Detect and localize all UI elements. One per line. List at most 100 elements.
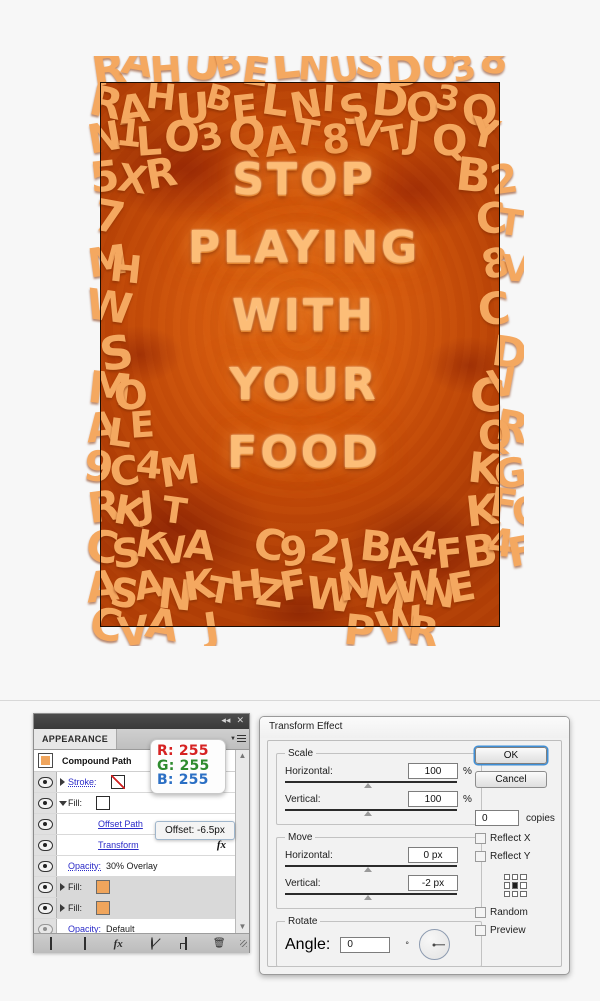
rotate-angle-dial[interactable] bbox=[418, 929, 450, 960]
scale-horizontal-slider[interactable] bbox=[285, 780, 473, 789]
appearance-scrollbar[interactable]: ▲ ▼ bbox=[235, 750, 249, 933]
rotate-angle-unit: ° bbox=[405, 939, 409, 950]
disclosure-triangle-icon[interactable] bbox=[57, 800, 68, 806]
appearance-panel-titlebar: ◂◂ ✕ bbox=[34, 714, 249, 729]
random-checkbox[interactable] bbox=[475, 907, 486, 918]
reflect-x-row[interactable]: Reflect X bbox=[475, 833, 555, 844]
swatch-fill-3[interactable] bbox=[96, 901, 110, 915]
preview-label: Preview bbox=[490, 925, 526, 936]
reflect-x-label: Reflect X bbox=[490, 833, 531, 844]
double-chevron-left-icon[interactable]: ◂◂ bbox=[221, 717, 230, 726]
chevron-right-icon bbox=[60, 883, 65, 891]
close-icon[interactable]: ✕ bbox=[236, 717, 244, 726]
move-vertical-input[interactable]: -2 px bbox=[408, 875, 458, 891]
open-square-icon bbox=[83, 937, 86, 950]
eye-icon bbox=[37, 902, 53, 914]
appearance-row-fill[interactable]: Fill: bbox=[34, 793, 236, 814]
fx-icon: fx bbox=[113, 937, 123, 950]
appearance-target-label: Compound Path bbox=[62, 755, 132, 766]
eye-icon bbox=[37, 881, 53, 893]
appearance-row-opacity-default[interactable]: Opacity: Default bbox=[34, 919, 236, 933]
swatch-fill-2[interactable] bbox=[96, 880, 110, 894]
ref-point-bc[interactable] bbox=[511, 890, 519, 897]
reflect-x-checkbox[interactable] bbox=[475, 833, 486, 844]
move-vertical-slider[interactable] bbox=[285, 892, 473, 901]
scale-group: Scale Horizontal: 100 % Vertical: 100 % bbox=[276, 748, 482, 825]
scale-vertical-slider[interactable] bbox=[285, 808, 473, 817]
panel-menu-icon[interactable]: ▼ bbox=[230, 733, 246, 744]
ref-point-tl[interactable] bbox=[503, 874, 510, 881]
poster-swirl-texture bbox=[100, 82, 500, 627]
panel-resize-handle[interactable] bbox=[236, 940, 249, 947]
dialog-title: Transform Effect bbox=[260, 717, 569, 738]
appearance-row-label-offset-path[interactable]: Offset Path bbox=[98, 819, 143, 829]
visibility-toggle-opacity-default[interactable] bbox=[34, 919, 57, 933]
preview-checkbox[interactable] bbox=[475, 925, 486, 936]
visibility-toggle-stroke[interactable] bbox=[34, 772, 57, 792]
reference-point-grid-icon[interactable] bbox=[503, 874, 527, 897]
swatch-fill[interactable] bbox=[96, 796, 110, 810]
scale-vertical-slider-thumb[interactable] bbox=[363, 811, 372, 816]
appearance-row-label-fill-3: Fill: bbox=[68, 903, 82, 913]
reflect-y-row[interactable]: Reflect Y bbox=[475, 851, 555, 862]
move-horizontal-slider-thumb[interactable] bbox=[363, 867, 372, 872]
ref-point-tc[interactable] bbox=[511, 874, 519, 881]
appearance-row-label-stroke[interactable]: Stroke: bbox=[68, 777, 97, 787]
add-new-fill-button[interactable] bbox=[68, 937, 102, 950]
scale-horizontal-slider-thumb[interactable] bbox=[363, 783, 372, 788]
chevron-down-icon bbox=[58, 800, 67, 806]
chevron-right-icon bbox=[60, 778, 65, 786]
visibility-toggle-fill-3[interactable] bbox=[34, 898, 57, 918]
ref-point-tr[interactable] bbox=[520, 874, 527, 881]
scale-vertical-input[interactable]: 100 bbox=[408, 791, 458, 807]
appearance-row-label-opacity-default[interactable]: Opacity: bbox=[68, 924, 101, 933]
add-new-effect-button[interactable]: fx bbox=[101, 938, 135, 950]
scale-vertical-row: Vertical: 100 % bbox=[285, 791, 473, 807]
cancel-button[interactable]: Cancel bbox=[475, 771, 547, 788]
appearance-row-label-opacity-overlay[interactable]: Opacity: bbox=[68, 861, 101, 871]
delete-item-button[interactable]: 🗑 bbox=[202, 938, 236, 949]
move-horizontal-input[interactable]: 0 px bbox=[408, 847, 458, 863]
ref-point-center[interactable] bbox=[511, 882, 519, 889]
clear-appearance-button[interactable] bbox=[135, 937, 169, 950]
ref-point-br[interactable] bbox=[520, 890, 527, 897]
preview-row[interactable]: Preview bbox=[475, 925, 555, 936]
visibility-toggle-transform[interactable] bbox=[34, 835, 57, 855]
eye-icon bbox=[37, 839, 53, 851]
scroll-down-arrow-icon[interactable]: ▼ bbox=[239, 921, 247, 933]
copies-input[interactable]: 0 bbox=[475, 810, 519, 826]
random-row[interactable]: Random bbox=[475, 907, 555, 918]
visibility-toggle-opacity-overlay[interactable] bbox=[34, 856, 57, 876]
visibility-toggle-offset-path[interactable] bbox=[34, 814, 57, 834]
visibility-toggle-fill-2[interactable] bbox=[34, 877, 57, 897]
visibility-toggle-fill[interactable] bbox=[34, 793, 57, 813]
tab-appearance[interactable]: APPEARANCE bbox=[34, 729, 118, 749]
appearance-row-label-transform[interactable]: Transform bbox=[98, 840, 139, 850]
appearance-row-fill-3[interactable]: Fill: bbox=[34, 898, 236, 919]
appearance-row-opacity-overlay[interactable]: Opacity: 30% Overlay bbox=[34, 856, 236, 877]
move-horizontal-slider[interactable] bbox=[285, 864, 473, 873]
artwork-canvas: RAHUBELNUSDO38RAHUBELNISDO3QN1LO3QAT8VTJ… bbox=[0, 0, 600, 700]
appearance-row-fill-2[interactable]: Fill: bbox=[34, 877, 236, 898]
reflect-y-checkbox[interactable] bbox=[475, 851, 486, 862]
rotate-group: Rotate Angle: 0 ° bbox=[276, 916, 482, 967]
scroll-up-arrow-icon[interactable]: ▲ bbox=[239, 750, 247, 762]
move-vertical-slider-thumb[interactable] bbox=[363, 895, 372, 900]
disclosure-triangle-icon[interactable] bbox=[57, 778, 68, 786]
ref-point-ml[interactable] bbox=[503, 882, 510, 889]
alphabet-letter: A bbox=[118, 56, 157, 88]
disclosure-triangle-icon[interactable] bbox=[57, 904, 68, 912]
trash-icon: 🗑 bbox=[212, 938, 226, 949]
duplicate-item-button[interactable] bbox=[169, 937, 203, 950]
disclosure-triangle-icon[interactable] bbox=[57, 883, 68, 891]
ref-point-bl[interactable] bbox=[503, 890, 510, 897]
scale-horizontal-unit: % bbox=[463, 765, 472, 777]
fx-icon[interactable]: fx bbox=[217, 839, 226, 851]
rotate-angle-input[interactable]: 0 bbox=[340, 936, 391, 953]
add-new-stroke-button[interactable] bbox=[34, 937, 68, 950]
ref-point-mr[interactable] bbox=[520, 882, 527, 889]
scale-horizontal-input[interactable]: 100 bbox=[408, 763, 458, 779]
scale-horizontal-label: Horizontal: bbox=[285, 765, 333, 777]
swatch-stroke[interactable] bbox=[110, 775, 125, 789]
ok-button[interactable]: OK bbox=[475, 747, 547, 764]
